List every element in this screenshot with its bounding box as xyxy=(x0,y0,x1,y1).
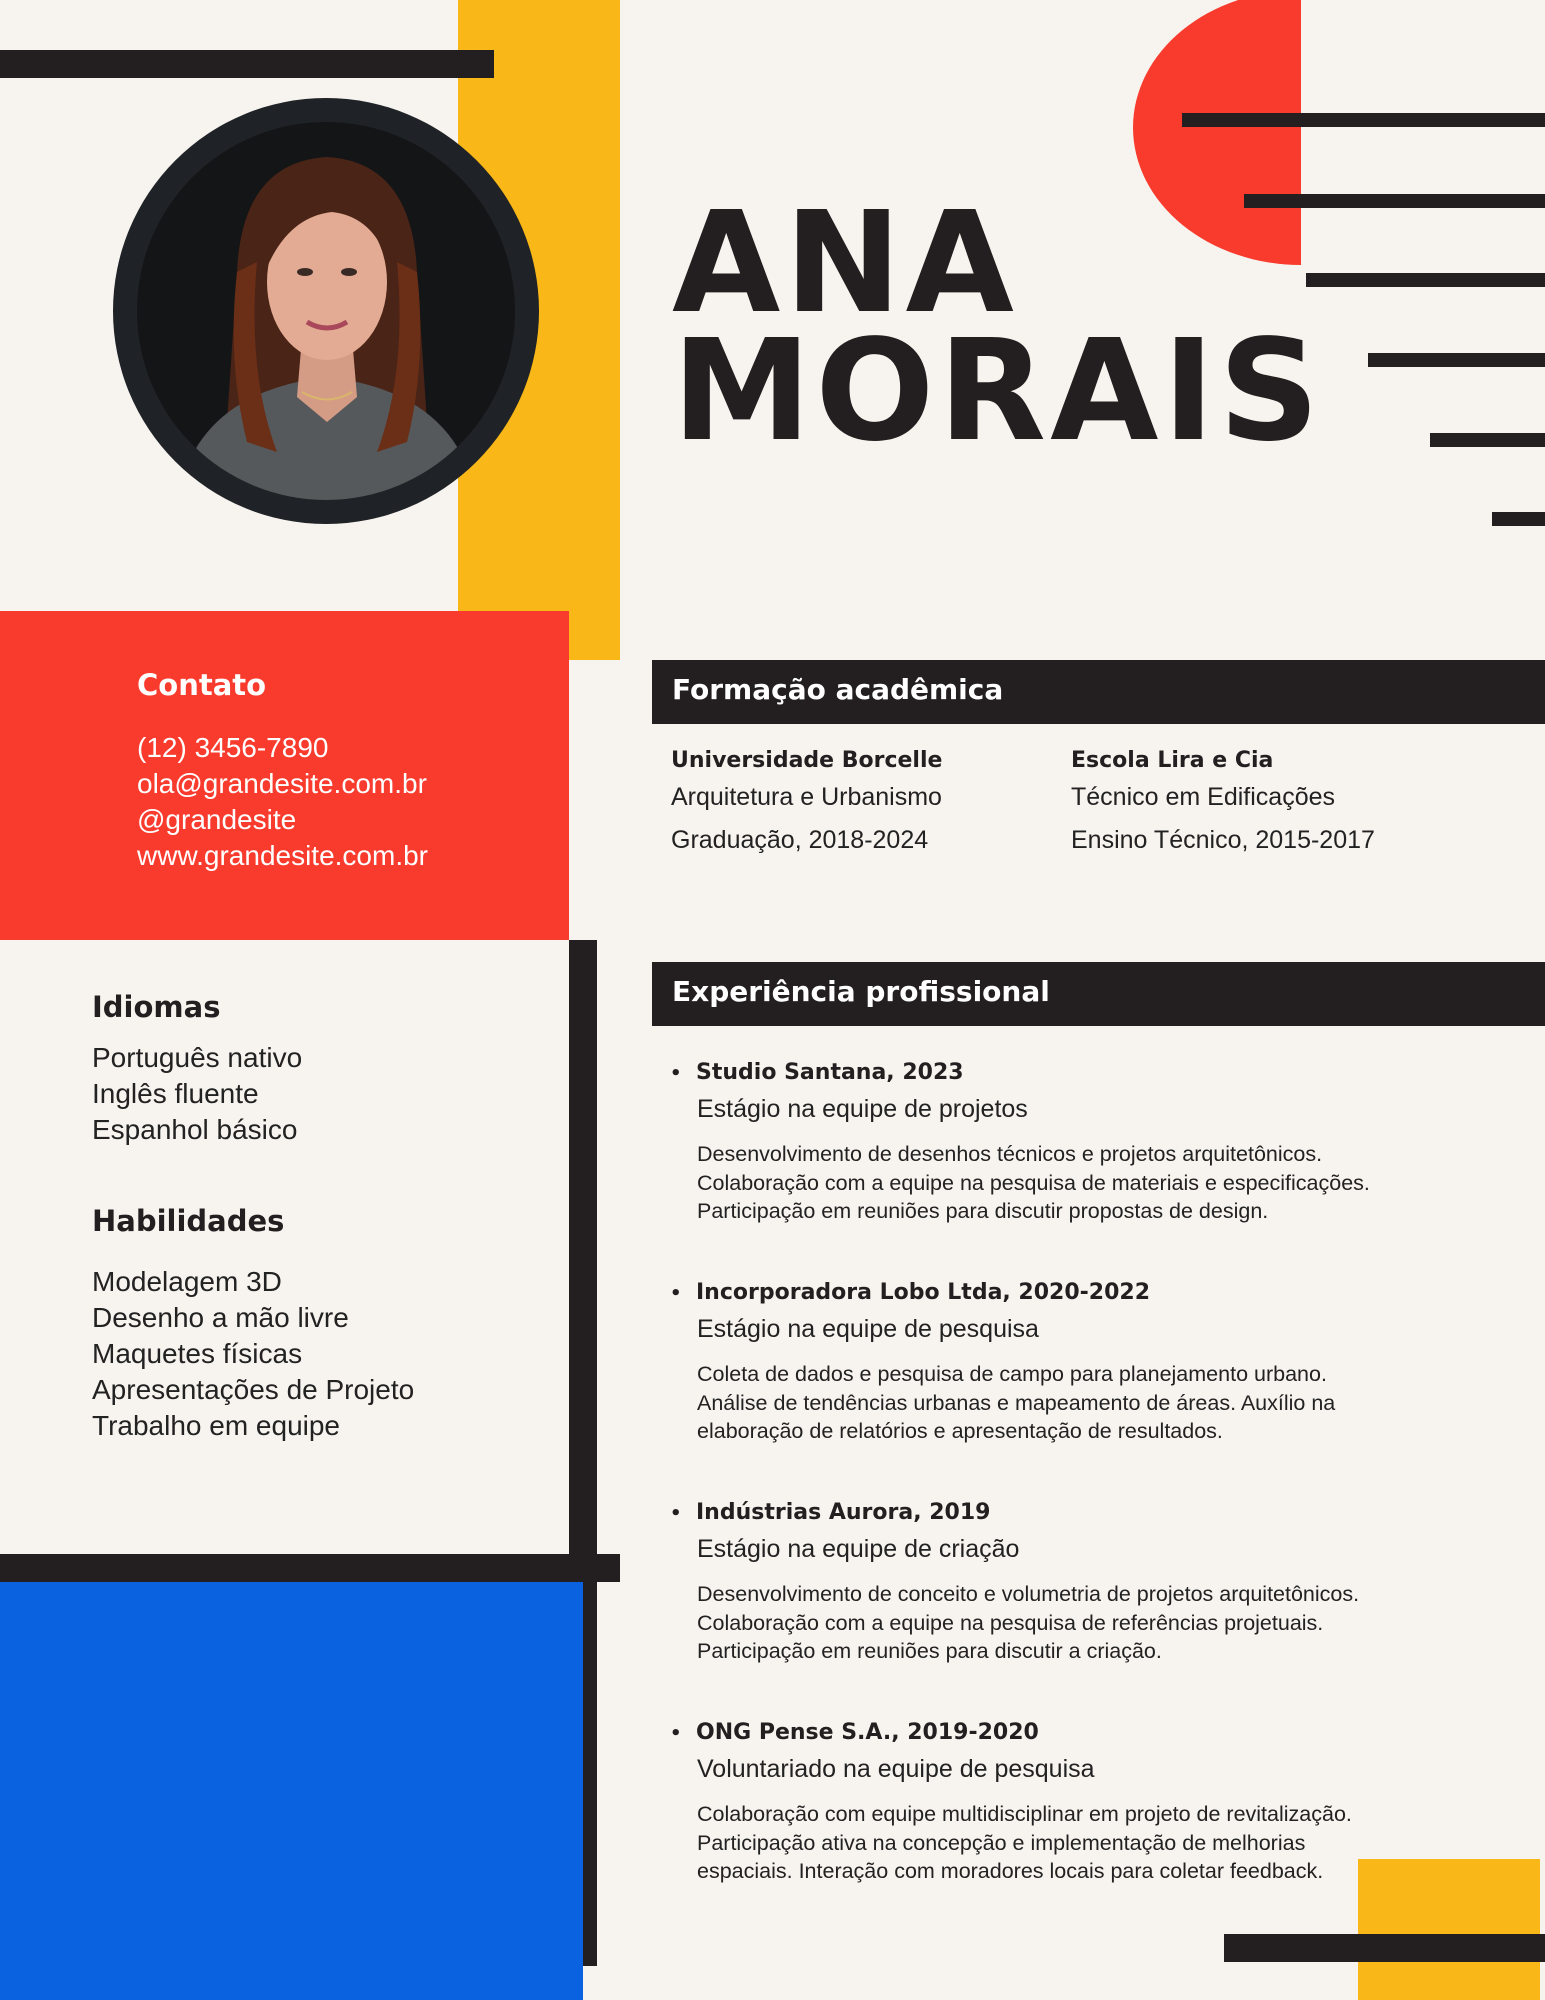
contact-website[interactable]: www.grandesite.com.br xyxy=(137,838,428,874)
stripe-6 xyxy=(1492,512,1545,526)
education-item: Universidade Borcelle Arquitetura e Urba… xyxy=(671,748,942,855)
profile-photo xyxy=(113,98,539,524)
contact-social[interactable]: @grandesite xyxy=(137,802,428,838)
stripe-4 xyxy=(1368,353,1545,367)
left-horizontal-divider xyxy=(0,1554,620,1582)
skills-title: Habilidades xyxy=(92,1204,285,1238)
education-item: Escola Lira e Cia Técnico em Edificações… xyxy=(1071,748,1375,855)
languages-list: Português nativo Inglês fluente Espanhol… xyxy=(92,1040,302,1148)
top-left-black-bar xyxy=(0,50,494,78)
description-line: Colaboração com equipe multidisciplinar … xyxy=(697,1802,1352,1826)
description-line: Participação em reuniões para discutir p… xyxy=(697,1199,1269,1223)
experience-description: Colaboração com equipe multidisciplinar … xyxy=(697,1800,1500,1886)
bullet-icon: • xyxy=(670,1503,682,1524)
experience-role: Voluntariado na equipe de pesquisa xyxy=(697,1755,1095,1783)
bullet-icon: • xyxy=(670,1063,682,1084)
bottom-blue-block xyxy=(0,1582,583,2000)
experience-item: • Incorporadora Lobo Ltda, 2020-2022 Está… xyxy=(670,1280,1500,1446)
languages-title: Idiomas xyxy=(92,990,221,1024)
bullet-icon: • xyxy=(670,1723,682,1744)
skills-list: Modelagem 3D Desenho a mão livre Maquete… xyxy=(92,1264,414,1444)
education-school: Universidade Borcelle xyxy=(671,748,943,773)
experience-company: Incorporadora Lobo Ltda, 2020-2022 xyxy=(696,1280,1151,1305)
education-school: Escola Lira e Cia xyxy=(1071,748,1274,773)
contact-title: Contato xyxy=(137,668,267,702)
stripe-1 xyxy=(1182,113,1545,127)
description-line: Desenvolvimento de desenhos técnicos e p… xyxy=(697,1142,1323,1166)
person-name: ANA MORAIS xyxy=(672,182,1324,473)
experience-description: Desenvolvimento de conceito e volumetria… xyxy=(697,1580,1500,1666)
skill-item: Modelagem 3D xyxy=(92,1266,282,1297)
description-line: Análise de tendências urbanas e mapeamen… xyxy=(697,1390,1336,1415)
education-title: Formação acadêmica xyxy=(672,673,1004,706)
stripe-5 xyxy=(1430,433,1545,447)
description-line: Desenvolvimento de conceito e volumetria… xyxy=(697,1582,1360,1606)
language-item: Espanhol básico xyxy=(92,1114,298,1145)
stripe-3 xyxy=(1306,273,1545,287)
bottom-right-black-bar xyxy=(1224,1934,1545,1962)
experience-description: Desenvolvimento de desenhos técnicos e p… xyxy=(697,1140,1500,1226)
skill-item: Apresentações de Projeto xyxy=(92,1374,415,1405)
language-item: Inglês fluente xyxy=(92,1078,259,1109)
education-period: Graduação, 2018-2024 xyxy=(671,826,929,854)
description-line: Colaboração com a equipe na pesquisa de … xyxy=(697,1610,1324,1635)
experience-company: ONG Pense S.A., 2019-2020 xyxy=(696,1720,1039,1745)
education-course: Arquitetura e Urbanismo xyxy=(671,783,942,811)
portrait-photo-icon xyxy=(137,122,515,500)
contact-phone: (12) 3456-7890 xyxy=(137,732,329,763)
last-name: MORAIS xyxy=(672,310,1324,473)
skill-item: Trabalho em equipe xyxy=(92,1410,341,1441)
description-line: Coleta de dados e pesquisa de campo para… xyxy=(697,1362,1327,1386)
education-course: Técnico em Edificações xyxy=(1071,783,1336,811)
experience-header: Experiência profissional xyxy=(652,962,1545,1026)
description-line: Participação ativa na concepção e implem… xyxy=(697,1830,1306,1855)
description-line: espaciais. Interação com moradores locai… xyxy=(697,1859,1324,1883)
description-line: Colaboração com a equipe na pesquisa de … xyxy=(697,1170,1370,1195)
experience-item: • ONG Pense S.A., 2019-2020 Voluntariado … xyxy=(670,1720,1500,1886)
experience-company: Indústrias Aurora, 2019 xyxy=(696,1500,991,1525)
experience-item: • Studio Santana, 2023 Estágio na equipe … xyxy=(670,1060,1500,1226)
contact-email[interactable]: ola@grandesite.com.br xyxy=(137,766,428,802)
education-period: Ensino Técnico, 2015-2017 xyxy=(1071,826,1375,854)
experience-role: Estágio na equipe de criação xyxy=(697,1535,1020,1563)
description-line: Participação em reuniões para discutir a… xyxy=(697,1639,1162,1663)
contact-list: (12) 3456-7890 ola@grandesite.com.br @gr… xyxy=(137,730,428,874)
experience-role: Estágio na equipe de pesquisa xyxy=(697,1315,1039,1343)
education-header: Formação acadêmica xyxy=(652,660,1545,724)
experience-role: Estágio na equipe de projetos xyxy=(697,1095,1028,1123)
first-name: ANA xyxy=(672,182,1018,345)
experience-company: Studio Santana, 2023 xyxy=(696,1060,964,1085)
experience-title: Experiência profissional xyxy=(672,975,1050,1008)
language-item: Português nativo xyxy=(92,1042,303,1073)
experience-description: Coleta de dados e pesquisa de campo para… xyxy=(697,1360,1500,1446)
description-line: elaboração de relatórios e apresentação … xyxy=(697,1419,1223,1443)
skill-item: Maquetes físicas xyxy=(92,1338,303,1369)
skill-item: Desenho a mão livre xyxy=(92,1302,349,1333)
experience-item: • Indústrias Aurora, 2019 Estágio na equi… xyxy=(670,1500,1500,1666)
bullet-icon: • xyxy=(670,1283,682,1304)
